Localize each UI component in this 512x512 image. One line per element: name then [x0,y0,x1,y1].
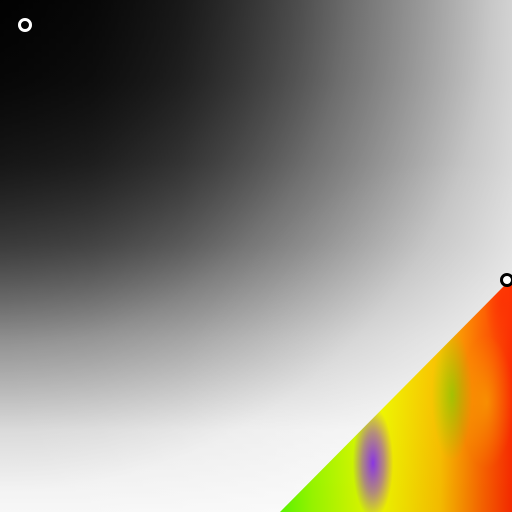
color-marker-handle[interactable] [18,18,32,32]
hue-marker-handle[interactable] [500,273,512,287]
color-picker[interactable] [0,0,512,512]
